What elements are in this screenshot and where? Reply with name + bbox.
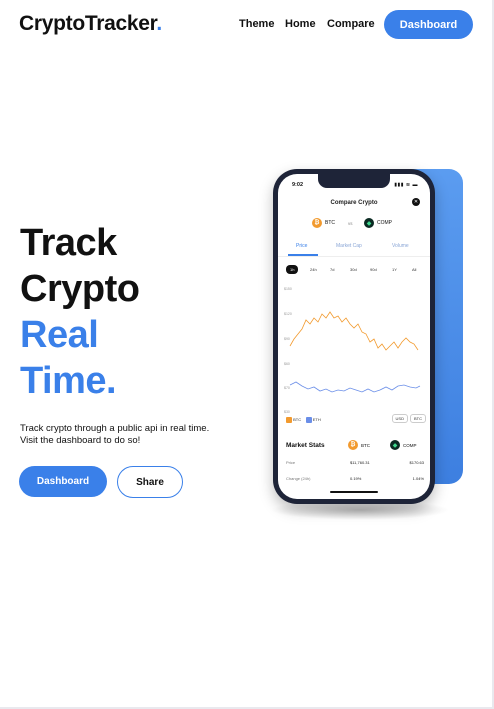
status-icons: ▮▮▮ ≋ ▬ [394,182,418,188]
status-time: 9:02 [292,182,304,188]
home-indicator [330,491,378,493]
y-label-2: $120 [284,312,292,316]
phone-screen: 9:02 ▮▮▮ ≋ ▬ Compare Crypto ✕ ₿ BTC vs ◆… [278,174,430,499]
coin-a-label: ₿ BTC [312,218,335,228]
stats-coin-a-name: BTC [361,442,370,448]
hero-title-line-2: Crypto [20,268,140,310]
toggle-btc: BTC [410,414,426,423]
chart-legend: BTC ETH USD BTC [286,414,426,427]
tab-price: Price [296,243,308,249]
y-label-1: $150 [284,287,292,291]
stats-row-label: Price [286,460,296,465]
stats-row-price: Price $11,760.31 $170.63 [286,460,424,468]
hero-title-line-4: Time. [20,360,117,402]
y-label-5: $70 [284,386,290,390]
coin-a-name: BTC [325,220,335,226]
stats-coin-b-name: COMP [403,442,417,448]
app-title: Compare Crypto [330,200,378,206]
hero-tagline: Track crypto through a public api in rea… [20,423,210,446]
logo-dot: . [156,12,162,35]
tab-market-cap: Market Cap [336,243,362,249]
coin-b-label: ◆ COMP [364,218,392,228]
stats-row-value-b: 1.04% [412,476,424,481]
tab-volume: Volume [392,243,409,249]
comp-icon: ◆ [364,218,374,228]
nav-compare[interactable]: Compare [327,18,375,30]
y-label-6: $30 [284,410,290,414]
market-stats-title: Market Stats [286,442,325,449]
logo[interactable]: CryptoTracker. [19,12,162,36]
stats-row-value-a: 0.19% [350,476,362,481]
y-label-4: $60 [284,362,290,366]
period-1h: 1h [286,265,299,274]
stats-row-value-a: $11,760.31 [350,460,370,465]
stats-row-label: Change (24h) [286,476,311,481]
currency-toggle: USD BTC [391,414,426,423]
period-30d: 30d [350,267,357,272]
btc-line [289,311,419,351]
period-selector: 1h 24h 7d 30d 90d 1Y All [286,265,426,277]
comp-icon: ◆ [390,440,400,450]
price-chart-svg: $150 $120 $90 $60 $70 $30 [284,287,421,414]
header-dashboard-button[interactable]: Dashboard [384,10,473,39]
y-label-3: $90 [284,337,290,341]
nav-home[interactable]: Home [285,18,316,30]
period-all: All [412,267,417,272]
period-1y: 1Y [392,267,397,272]
stats-coin-b: ◆ COMP [390,440,417,450]
close-icon: ✕ [412,198,420,206]
period-7d: 7d [330,267,335,272]
toggle-usd: USD [391,414,408,423]
nav-theme[interactable]: Theme [239,18,274,30]
phone-mockup: 9:02 ▮▮▮ ≋ ▬ Compare Crypto ✕ ₿ BTC vs ◆… [273,169,435,504]
btc-legend-swatch [286,417,292,423]
dashboard-button[interactable]: Dashboard [19,466,107,497]
btc-icon: ₿ [348,440,358,450]
hero-title-line-1: Track [20,222,117,264]
tab-underline [288,254,318,256]
vs-label: vs [348,221,353,226]
period-24h: 24h [310,267,317,272]
logo-text: CryptoTracker [19,12,157,35]
coin-b-name: COMP [377,220,392,226]
legend-eth: ETH [312,417,321,423]
btc-icon: ₿ [312,218,322,228]
price-chart: $150 $120 $90 $60 $70 $30 [284,284,426,414]
hero-title-line-3: Real [20,314,99,356]
stats-row-value-b: $170.63 [409,460,424,465]
eth-line [289,381,421,393]
stats-coin-a: ₿ BTC [348,440,370,450]
stats-row-change: Change (24h) 0.19% 1.04% [286,476,424,484]
legend-btc: BTC [293,417,302,423]
share-button[interactable]: Share [117,466,183,498]
phone-notch [318,174,390,188]
eth-legend-swatch [305,417,312,423]
chart-tabs: Price Market Cap Volume [278,240,430,257]
period-90d: 90d [370,267,377,272]
